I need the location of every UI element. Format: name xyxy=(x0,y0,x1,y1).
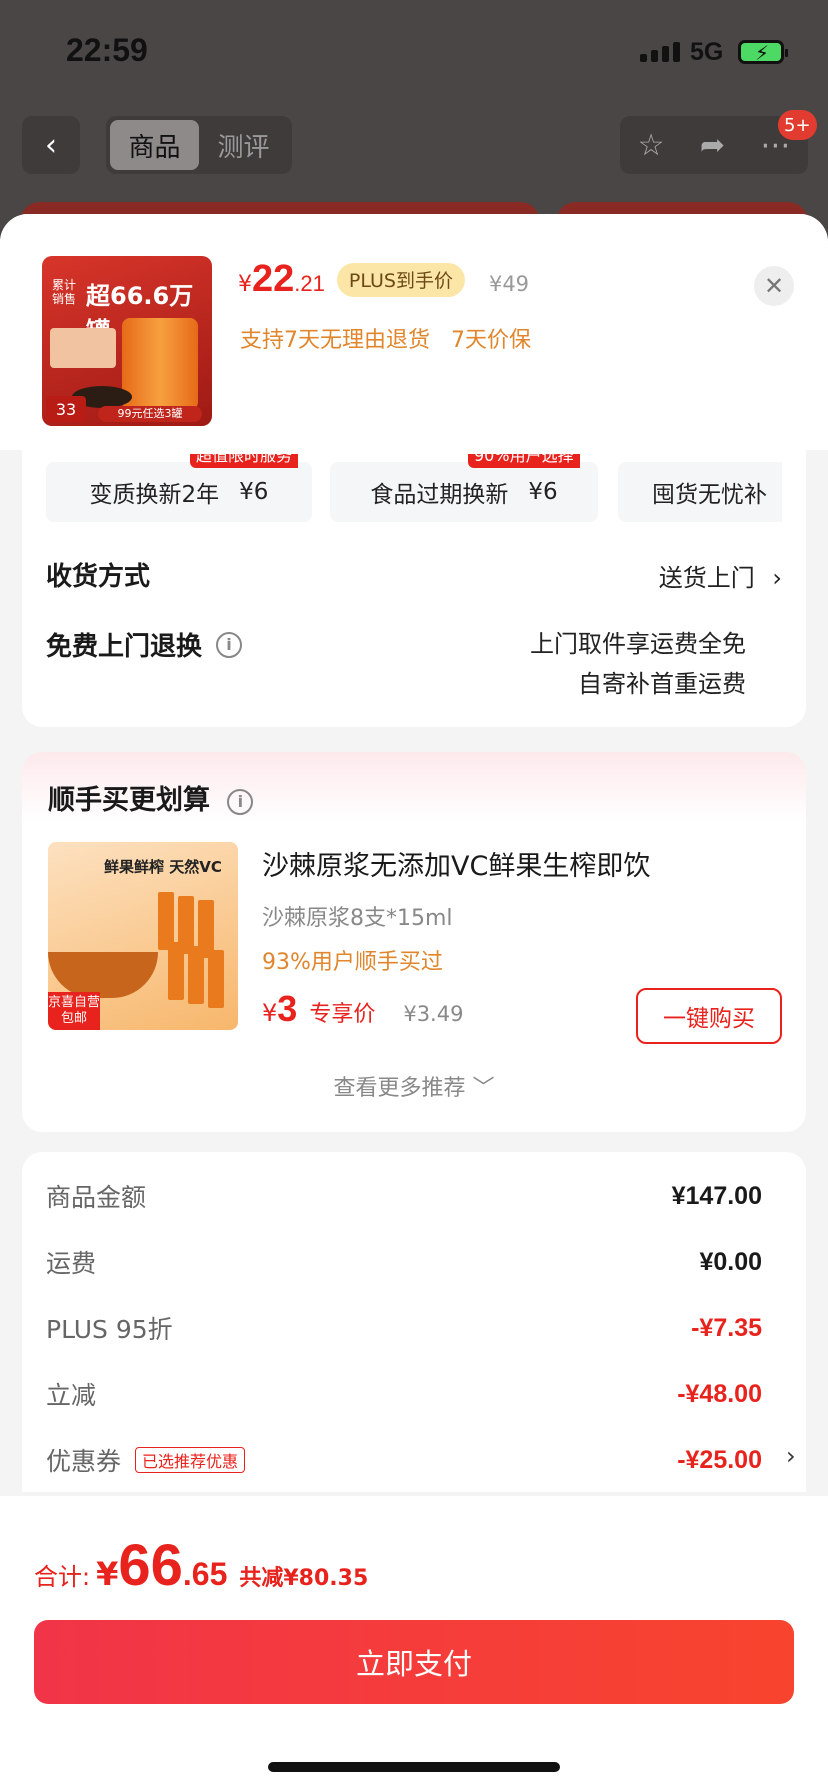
currency-symbol: ¥ xyxy=(262,999,278,1027)
recommend-item-spec: 沙棘原浆8支*15ml xyxy=(262,906,453,931)
return-policy: 支持7天无理由退货 7天价保 xyxy=(240,328,531,353)
summary-row: 商品金额 ¥147.00 xyxy=(46,1176,762,1216)
share-icon[interactable]: ➦ xyxy=(700,128,725,163)
free-return-text: 免费上门退换 xyxy=(46,632,203,662)
recommend-title: 顺手买更划算 i xyxy=(48,778,254,817)
product-thumbnail[interactable]: 累计销售 超66.6万罐 33 99元任选3罐 xyxy=(42,256,212,426)
service-option[interactable]: 食品过期换新 ¥6 xyxy=(330,462,598,522)
summary-label: PLUS 95折 xyxy=(46,1315,173,1344)
recommend-title-text: 顺手买更划算 xyxy=(48,785,210,816)
delivery-method[interactable]: 送货上门 › xyxy=(560,558,782,593)
service-option[interactable]: 囤货无忧补 xyxy=(618,462,782,522)
summary-value: ¥147.00 xyxy=(671,1181,762,1210)
original-price: ¥49 xyxy=(488,272,530,296)
thumb-side-text: 累计销售 xyxy=(52,278,77,306)
total-saving: 共减¥80.35 xyxy=(239,1566,369,1591)
product-price: ¥ 22 .21 PLUS到手价 ¥49 xyxy=(238,258,529,301)
service-name: 囤货无忧补 xyxy=(652,482,767,508)
summary-label: 立减 xyxy=(46,1381,97,1410)
coupon-tag: 已选推荐优惠 xyxy=(135,1447,246,1473)
signal-icon xyxy=(640,42,680,62)
info-icon[interactable]: i xyxy=(227,788,254,815)
checkout-footer: 合计: ¥ 66 .65 共减¥80.35 立即支付 xyxy=(0,1496,828,1792)
free-return-label: 免费上门退换 i xyxy=(46,626,243,663)
info-icon[interactable]: i xyxy=(216,631,243,658)
top-nav: ‹ 商品 测评 ☆ ➦ ⋯ 5+ xyxy=(0,110,828,182)
summary-value: -¥25.00 xyxy=(677,1445,762,1474)
coupon-row[interactable]: 优惠券 已选推荐优惠 -¥25.00 xyxy=(46,1440,762,1480)
chevron-left-icon: ‹ xyxy=(45,127,57,163)
chevron-right-icon: › xyxy=(772,564,782,592)
recommend-orig-price: ¥3.49 xyxy=(403,1002,464,1026)
recommend-bought: 93%用户顺手买过 xyxy=(262,950,443,975)
service-tag: 超值限时服务 xyxy=(190,454,299,468)
recommend-price-value: 3 xyxy=(277,988,298,1029)
checkout-sheet: 变质换新2年 ¥6 超值限时服务 食品过期换新 ¥6 90%用户选择 囤货无忧补… xyxy=(0,214,828,1792)
delivery-label: 收货方式 xyxy=(46,562,151,592)
summary-row: PLUS 95折 -¥7.35 xyxy=(46,1308,762,1348)
free-return-line1: 上门取件享运费全免 xyxy=(530,630,746,658)
service-name: 变质换新2年 xyxy=(89,482,220,508)
summary-label: 优惠券 已选推荐优惠 xyxy=(46,1442,246,1478)
jd-badge-top: 京喜自营 xyxy=(48,995,101,1010)
summary-value: -¥48.00 xyxy=(677,1379,762,1408)
back-button[interactable]: ‹ xyxy=(22,116,80,174)
summary-row: 立减 -¥48.00 xyxy=(46,1374,762,1414)
chevron-right-icon[interactable]: › xyxy=(786,1442,796,1470)
tab-review[interactable]: 测评 xyxy=(199,120,288,170)
plus-price-tag: PLUS到手价 xyxy=(336,262,465,297)
message-badge: 5+ xyxy=(778,110,817,140)
thumb-promo: 99元任选3罐 xyxy=(98,406,202,422)
tab-product[interactable]: 商品 xyxy=(110,120,199,170)
jd-badge-bottom: 包邮 xyxy=(60,1011,87,1026)
sheet-header: 累计销售 超66.6万罐 33 99元任选3罐 ¥ 22 .21 PLUS到手价… xyxy=(0,214,828,450)
status-time: 22:59 xyxy=(66,32,148,68)
price-integer: 22 xyxy=(252,258,295,300)
free-return-line2: 自寄补首重运费 xyxy=(578,670,746,698)
battery-icon: ⚡ xyxy=(738,40,788,65)
service-name: 食品过期换新 xyxy=(370,482,509,508)
price-decimal: .21 xyxy=(294,271,325,296)
currency-symbol: ¥ xyxy=(238,272,252,297)
more-recommend-link[interactable]: 查看更多推荐 ﹀ xyxy=(22,1070,806,1102)
summary-label: 运费 xyxy=(46,1249,97,1278)
recommend-price: ¥ 3 专享价 ¥3.49 xyxy=(262,988,463,1030)
summary-row: 运费 ¥0.00 xyxy=(46,1242,762,1282)
order-total: 合计: ¥ 66 .65 共减¥80.35 xyxy=(34,1532,368,1599)
service-tag: 90%用户选择 xyxy=(468,454,580,468)
recommend-item-name[interactable]: 沙棘原浆无添加VC鲜果生榨即饮 xyxy=(262,844,650,883)
pay-now-button[interactable]: 立即支付 xyxy=(34,1620,794,1704)
home-indicator xyxy=(268,1762,560,1772)
total-integer: 66 xyxy=(118,1533,183,1598)
summary-label: 商品金额 xyxy=(46,1183,147,1212)
service-price: ¥6 xyxy=(528,479,558,505)
network-label: 5G xyxy=(690,38,724,66)
service-options: 变质换新2年 ¥6 超值限时服务 食品过期换新 ¥6 90%用户选择 囤货无忧补 xyxy=(46,454,782,524)
star-icon[interactable]: ☆ xyxy=(638,128,665,163)
total-label: 合计: xyxy=(34,1563,91,1591)
recommend-price-label: 专享价 xyxy=(309,1002,376,1027)
close-icon: ✕ xyxy=(763,272,785,300)
recommend-image[interactable]: 鲜果鲜榨 天然VC 京喜自营 包邮 xyxy=(48,842,238,1030)
one-click-buy-button[interactable]: 一键购买 xyxy=(636,988,782,1044)
jd-badge: 京喜自营 包邮 xyxy=(48,992,100,1030)
delivery-value: 送货上门 xyxy=(658,564,755,592)
summary-value: ¥0.00 xyxy=(699,1247,762,1276)
tab-switcher: 商品 测评 xyxy=(106,116,292,174)
status-bar: 22:59 5G ⚡ xyxy=(0,0,828,100)
recommend-image-headline: 鲜果鲜榨 天然VC xyxy=(104,858,222,876)
total-decimal: .65 xyxy=(182,1556,228,1592)
coupon-label: 优惠券 xyxy=(46,1447,122,1476)
service-price: ¥6 xyxy=(239,479,269,505)
close-button[interactable]: ✕ xyxy=(754,266,794,306)
currency-symbol: ¥ xyxy=(96,1555,119,1593)
recommend-card: 顺手买更划算 i 鲜果鲜榨 天然VC 京喜自营 包邮 沙棘原浆无添加VC鲜果生榨… xyxy=(22,752,806,1132)
thumb-number: 33 xyxy=(46,396,86,422)
service-option[interactable]: 变质换新2年 ¥6 xyxy=(46,462,312,522)
summary-value: -¥7.35 xyxy=(691,1313,762,1342)
price-summary-card: 商品金额 ¥147.00 运费 ¥0.00 PLUS 95折 -¥7.35 立减… xyxy=(22,1152,806,1492)
